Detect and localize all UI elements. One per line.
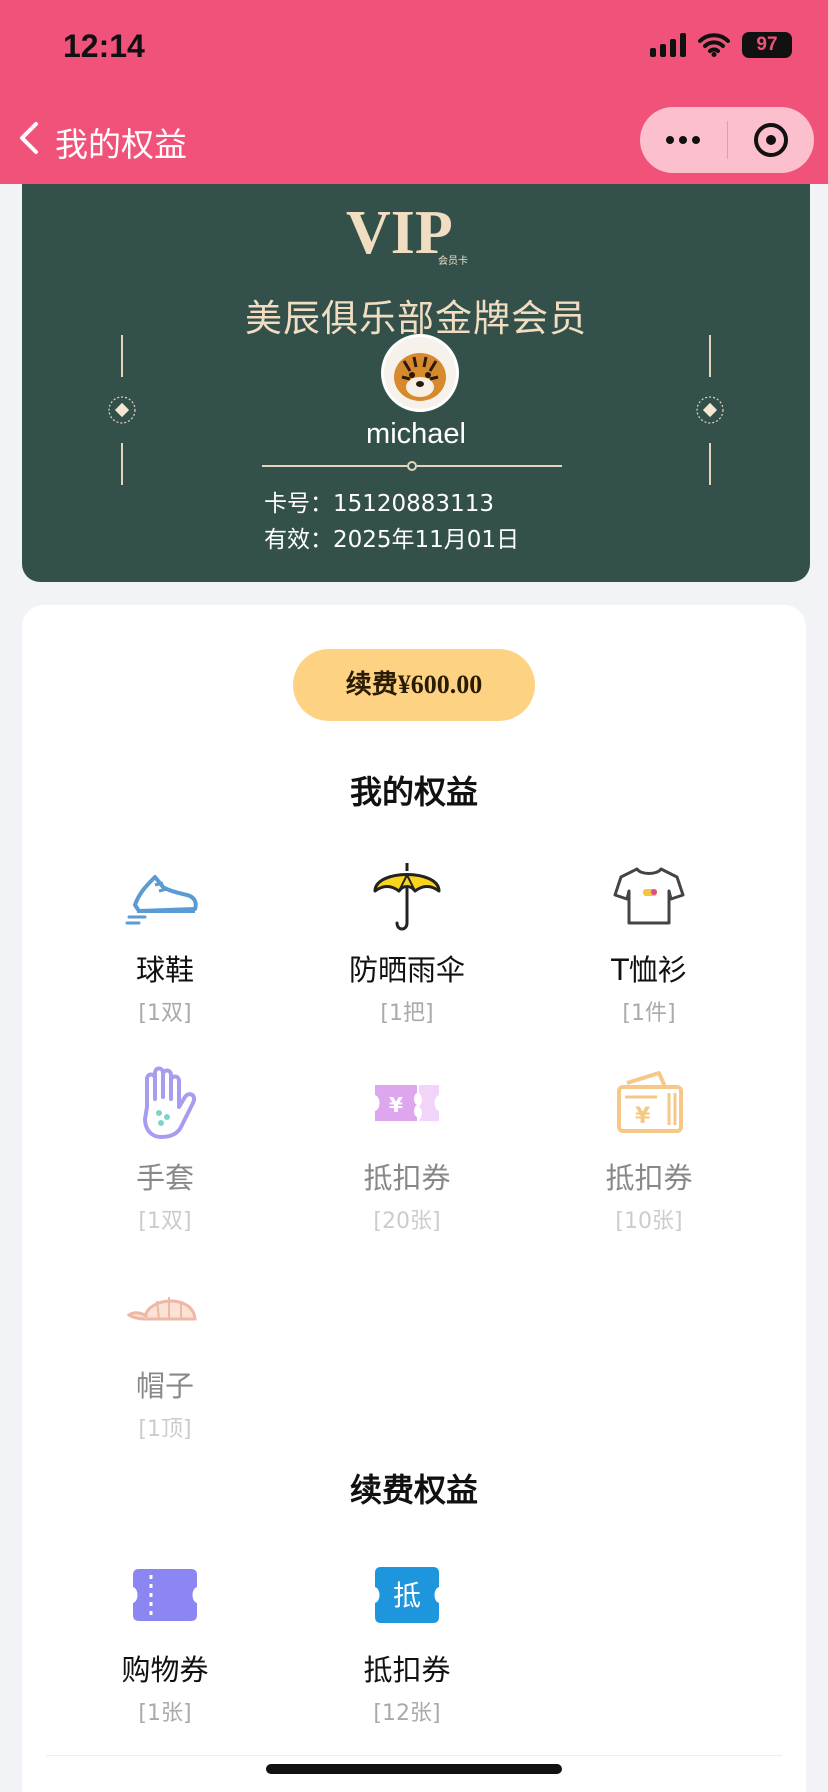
benefit-name: 球鞋: [135, 953, 194, 987]
svg-text:¥: ¥: [635, 1104, 651, 1129]
benefit-name: 购物券: [121, 1653, 209, 1687]
benefit-item[interactable]: ¥ 抵扣券 [10张]: [549, 1063, 749, 1235]
svg-text:抵: 抵: [393, 1579, 421, 1612]
back-icon[interactable]: [14, 118, 46, 158]
home-indicator: [266, 1764, 562, 1774]
renew-button[interactable]: 续费¥600.00: [293, 649, 535, 721]
close-target-icon[interactable]: [728, 107, 815, 173]
left-ornament: [104, 335, 140, 485]
benefit-name: 抵扣券: [363, 1161, 451, 1195]
renew-benefit-item[interactable]: 抵 抵扣券 [12张]: [307, 1555, 507, 1727]
benefit-qty: [1张]: [138, 1701, 192, 1726]
status-icons: 97: [650, 32, 792, 58]
benefit-qty: [1把]: [380, 1001, 434, 1026]
card-valid-date: 有效：2025年11月01日: [264, 527, 520, 553]
benefit-name: 抵扣券: [605, 1161, 693, 1195]
benefit-qty: [1件]: [622, 1001, 676, 1026]
deduct-coupon-icon: 抵: [375, 1567, 439, 1623]
wallet-icon: ¥: [617, 1071, 683, 1133]
renew-benefits-title: 续费权益: [349, 1471, 478, 1509]
benefit-item[interactable]: 手套 [1双]: [65, 1063, 265, 1235]
svg-text:会员卡: 会员卡: [438, 254, 468, 267]
page-title: 我的权益: [55, 125, 187, 164]
umbrella-icon: [373, 863, 441, 931]
shopping-coupon-icon: [133, 1569, 197, 1621]
status-time: 12:14: [63, 28, 145, 64]
benefit-item[interactable]: 防晒雨伞 [1把]: [307, 855, 507, 1027]
glove-icon: [143, 1066, 196, 1139]
benefit-name: 抵扣券: [363, 1653, 451, 1687]
benefit-item[interactable]: 球鞋 [1双]: [65, 855, 265, 1027]
mini-program-capsule: [640, 107, 814, 173]
benefit-item[interactable]: T恤衫 [1件]: [549, 855, 749, 1027]
signal-icon: [650, 33, 686, 57]
benefit-item[interactable]: ¥ 抵扣券 [20张]: [307, 1063, 507, 1235]
benefit-qty: [1双]: [138, 1209, 192, 1234]
top-bar: 12:14 97 我的权益: [0, 0, 828, 184]
tshirt-icon: [613, 867, 685, 925]
svg-text:VIP: VIP: [346, 199, 453, 267]
benefit-name: 防晒雨伞: [348, 953, 465, 987]
ticket-icon: ¥: [375, 1085, 439, 1121]
more-icon[interactable]: [640, 107, 727, 173]
svg-text:¥: ¥: [389, 1093, 403, 1117]
right-ornament: [692, 335, 728, 485]
wifi-icon: [698, 33, 730, 57]
card-number: 卡号：15120883113: [264, 491, 494, 517]
username: michael: [366, 418, 466, 450]
card-divider: [262, 461, 562, 471]
benefits-panel: 续费¥600.00 我的权益 球鞋 [1双] 防晒雨伞 [1把] T恤衫 [1件…: [22, 605, 806, 1792]
vip-logo: VIP 会员卡: [346, 199, 468, 267]
cap-icon: [126, 1297, 197, 1321]
tiger-avatar-icon: [384, 337, 456, 409]
battery-indicator: 97: [742, 32, 792, 58]
benefit-name: 帽子: [135, 1369, 194, 1403]
my-benefits-title: 我的权益: [349, 773, 478, 811]
benefit-qty: [12张]: [373, 1701, 441, 1726]
benefit-qty: [1顶]: [138, 1417, 192, 1442]
benefit-item[interactable]: 帽子 [1顶]: [65, 1271, 265, 1443]
avatar[interactable]: [381, 334, 459, 412]
benefit-name: 手套: [135, 1161, 194, 1195]
renew-benefit-item[interactable]: 购物券 [1张]: [65, 1555, 265, 1727]
panel-divider: [46, 1755, 782, 1756]
benefit-qty: [20张]: [373, 1209, 441, 1234]
sneaker-icon: [125, 875, 198, 925]
benefit-qty: [10张]: [615, 1209, 683, 1234]
benefit-qty: [1双]: [138, 1001, 192, 1026]
vip-card: VIP 会员卡 美辰俱乐部金牌会员 michael 卡号：15120883113…: [22, 150, 810, 582]
benefit-name: T恤衫: [611, 953, 687, 987]
